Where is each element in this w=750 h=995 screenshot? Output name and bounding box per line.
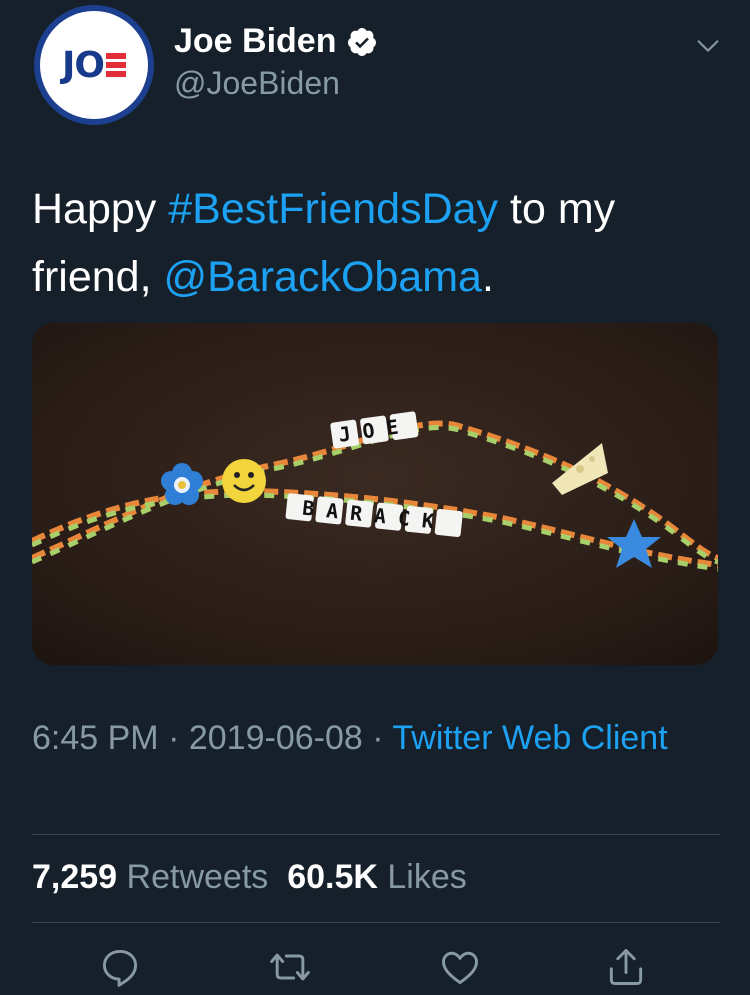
tweet-source-link[interactable]: Twitter Web Client [392, 719, 667, 757]
chevron-down-icon[interactable] [694, 32, 722, 60]
meta-separator: · [372, 719, 384, 757]
retweet-icon[interactable] [268, 945, 312, 989]
likes-label: Likes [387, 858, 467, 896]
reply-icon[interactable] [98, 945, 142, 989]
likes-count: 60.5K [287, 858, 378, 896]
divider [32, 922, 720, 923]
logo-letters: JO [62, 44, 105, 86]
tweet-time[interactable]: 6:45 PM [32, 719, 159, 757]
author-name-row: Joe Biden [174, 22, 378, 61]
retweets-count: 7,259 [32, 858, 118, 896]
retweets-label: Retweets [126, 858, 269, 896]
retweets-stat[interactable]: 7,259 Retweets [32, 858, 268, 896]
hashtag-link[interactable]: #BestFriendsDay [168, 185, 498, 233]
likes-stat[interactable]: 60.5K Likes [287, 858, 467, 896]
tweet-photo[interactable]: JOE BARACK [32, 323, 718, 665]
tweet-date[interactable]: 2019-06-08 [189, 719, 363, 757]
avatar[interactable]: JO [34, 5, 154, 125]
tweet-meta: 6:45 PM · 2019-06-08 · Twitter Web Clien… [32, 715, 712, 761]
tweet-stats: 7,259 Retweets 60.5K Likes [32, 858, 467, 897]
heart-icon[interactable] [438, 945, 482, 989]
tweet-text-after: . [481, 253, 494, 301]
action-bar [0, 945, 750, 990]
logo-stripes [106, 53, 126, 77]
mention-link[interactable]: @BarackObama [163, 253, 482, 301]
bracelets-photo: JOE BARACK [32, 323, 718, 665]
avatar-logo: JO [40, 11, 148, 119]
handle[interactable]: @JoeBiden [174, 65, 340, 102]
tweet-text: Happy #BestFriendsDay to my friend, @Bar… [32, 175, 722, 311]
tweet-detail: JO Joe Biden @JoeBiden Happy #BestFriend… [0, 0, 750, 995]
tweet-text-before: Happy [32, 185, 169, 233]
share-icon[interactable] [604, 945, 648, 989]
joe-logo: JO [62, 45, 126, 86]
divider [32, 834, 720, 835]
meta-separator: · [168, 719, 180, 757]
display-name[interactable]: Joe Biden [174, 22, 336, 61]
verified-badge-icon [348, 27, 377, 56]
